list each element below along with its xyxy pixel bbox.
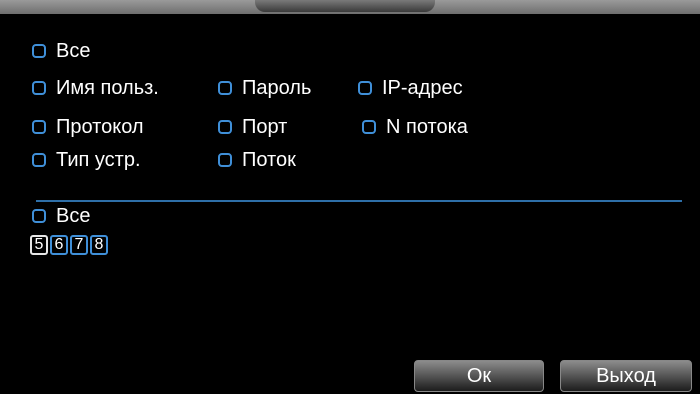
checkbox-label: Все (56, 204, 91, 227)
checkbox-icon (32, 120, 46, 134)
checkbox-label: Протокол (56, 115, 144, 138)
ok-button[interactable]: Ок (414, 360, 544, 392)
checkbox-icon (32, 44, 46, 58)
window-titlebar (0, 0, 700, 14)
checkbox-label: Все (56, 39, 91, 62)
checkbox-icon (218, 81, 232, 95)
channel-7[interactable]: 7 (70, 235, 88, 255)
checkbox-port[interactable]: Порт (218, 115, 287, 139)
checkbox-icon (362, 120, 376, 134)
channel-6[interactable]: 6 (50, 235, 68, 255)
checkbox-all-params[interactable]: Все (32, 39, 90, 63)
checkbox-icon (358, 81, 372, 95)
channel-8[interactable]: 8 (90, 235, 108, 255)
checkbox-icon (218, 120, 232, 134)
checkbox-icon (32, 209, 46, 223)
checkbox-ip-address[interactable]: IP-адрес (358, 76, 463, 100)
checkbox-icon (218, 153, 232, 167)
checkbox-label: Тип устр. (56, 148, 141, 171)
checkbox-icon (32, 153, 46, 167)
checkbox-icon (32, 81, 46, 95)
checkbox-label: Порт (242, 115, 288, 138)
title-tab (255, 0, 435, 12)
exit-button[interactable]: Выход (560, 360, 692, 392)
checkbox-label: Пароль (242, 76, 312, 99)
checkbox-all-channels[interactable]: Все (32, 204, 90, 228)
section-divider (36, 200, 682, 202)
checkbox-protocol[interactable]: Протокол (32, 115, 144, 139)
checkbox-label: Поток (242, 148, 296, 171)
channel-5[interactable]: 5 (30, 235, 48, 255)
checkbox-label: Имя польз. (56, 76, 159, 99)
checkbox-label: N потока (386, 115, 468, 138)
checkbox-label: IP-адрес (382, 76, 463, 99)
checkbox-password[interactable]: Пароль (218, 76, 311, 100)
checkbox-stream[interactable]: Поток (218, 148, 296, 172)
checkbox-device-type[interactable]: Тип устр. (32, 148, 141, 172)
channel-selector: 5 6 7 8 (30, 235, 108, 255)
checkbox-stream-number[interactable]: N потока (362, 115, 468, 139)
copy-settings-dialog: Все Имя польз. Пароль IP-адрес Протокол … (6, 14, 694, 394)
checkbox-username[interactable]: Имя польз. (32, 76, 159, 100)
